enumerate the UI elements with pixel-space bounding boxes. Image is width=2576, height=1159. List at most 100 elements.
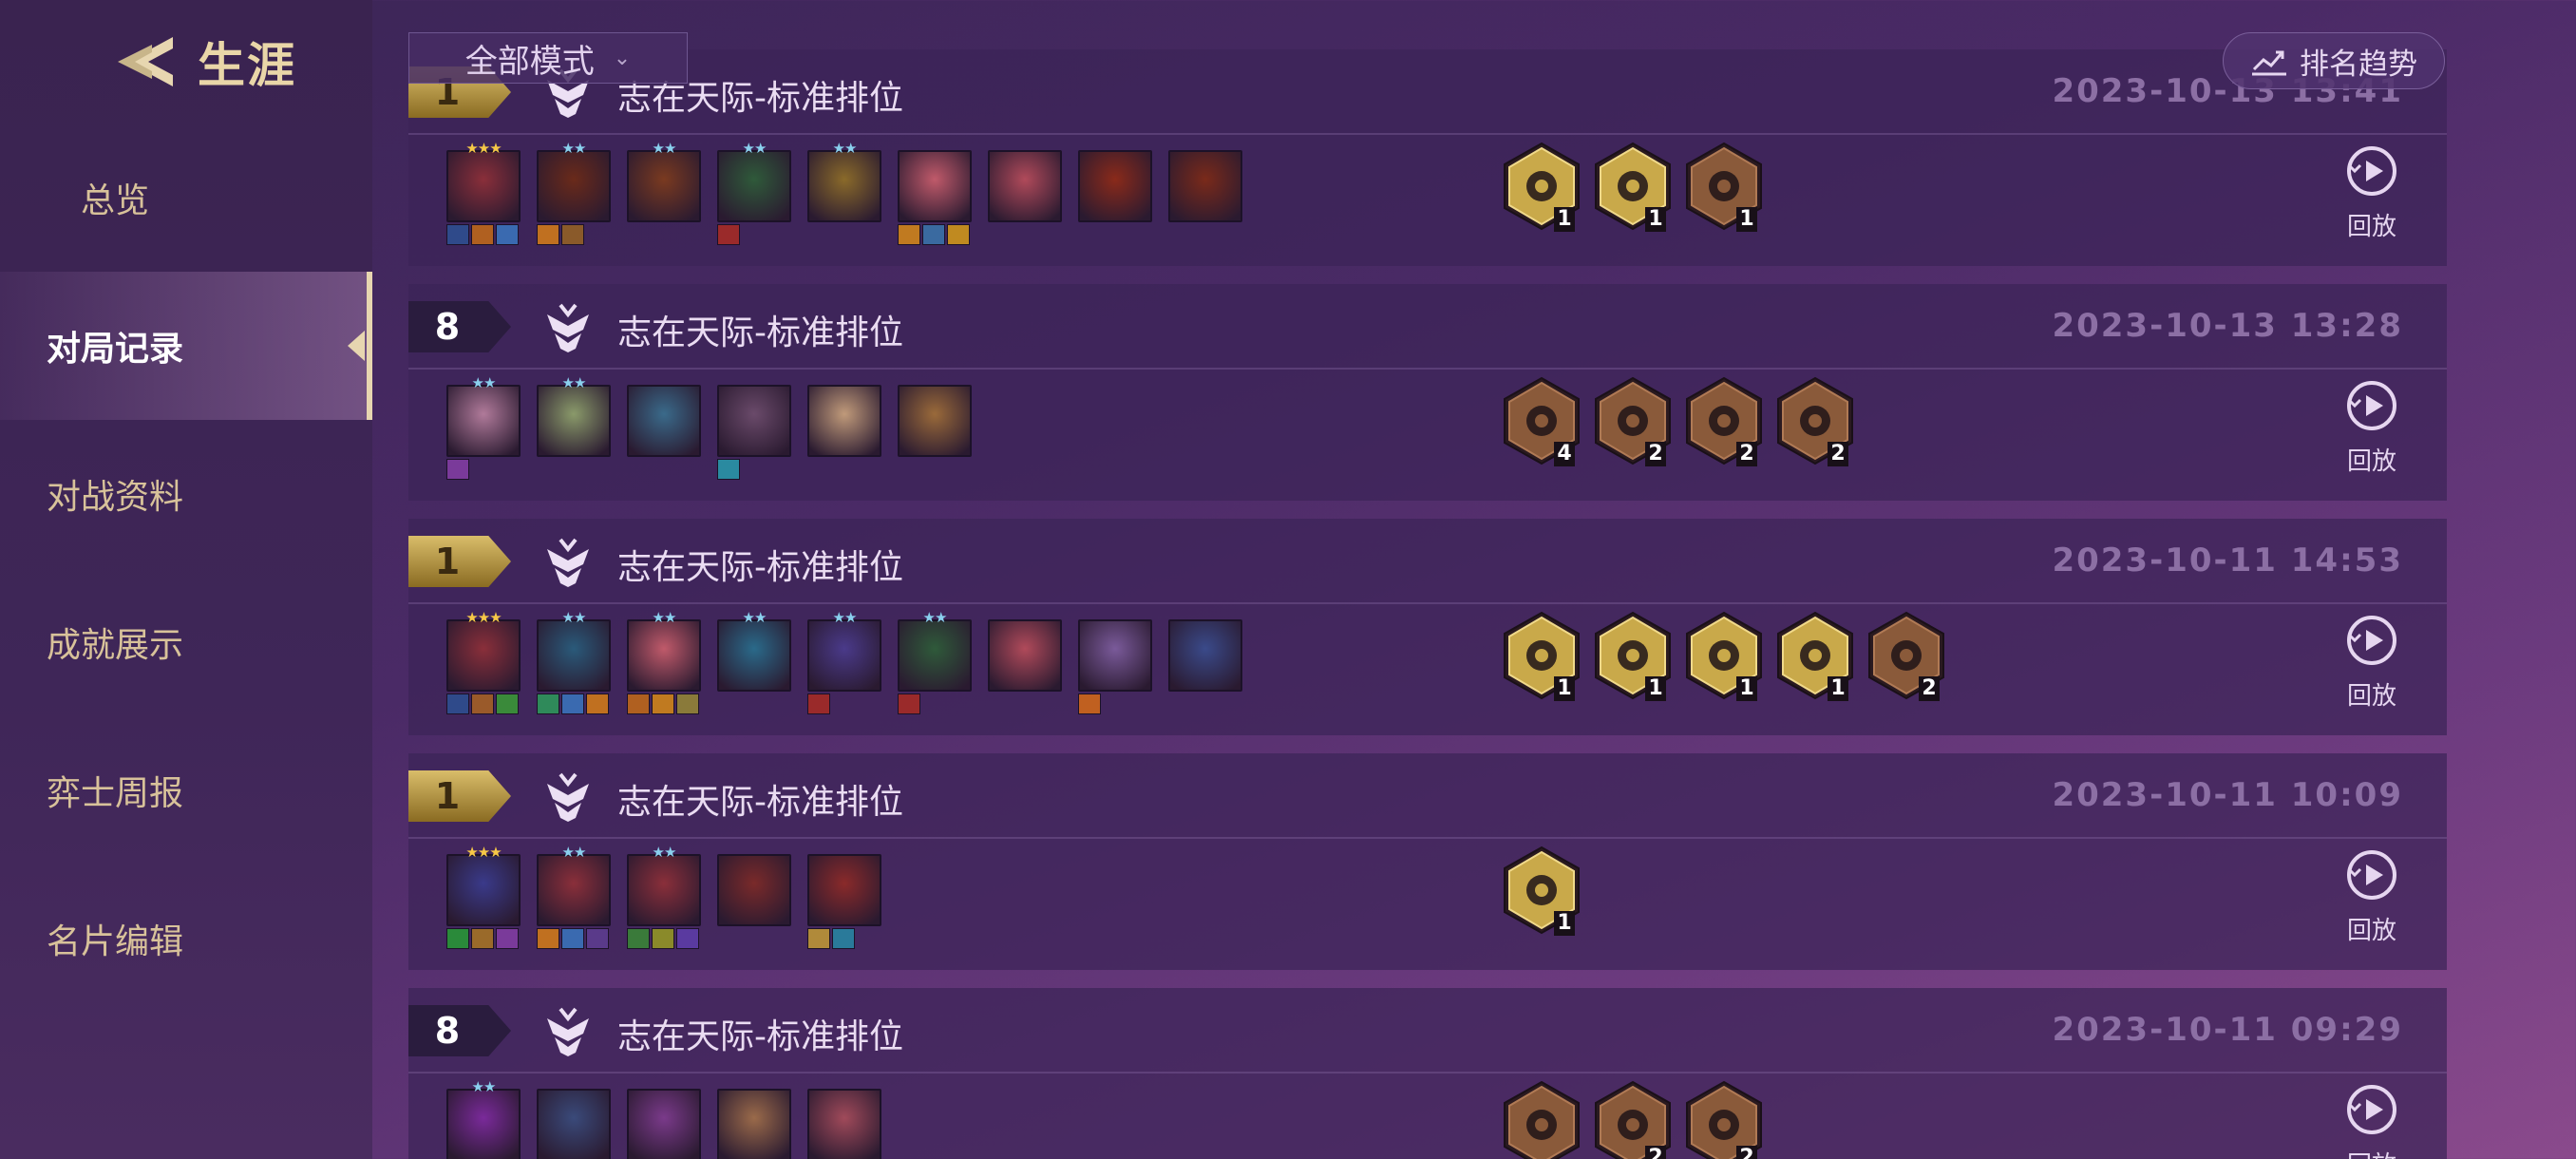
- trait-diamond-icon: 1: [1683, 610, 1765, 705]
- placement-badge: 1: [408, 536, 511, 587]
- star-rating: [1078, 141, 1152, 156]
- trait-count: 2: [1736, 1146, 1757, 1159]
- champion-items: [446, 694, 519, 714]
- champion-slot: [898, 141, 972, 245]
- item-icon: [807, 928, 830, 949]
- champion-portrait: [627, 385, 701, 457]
- trait-bar-icon: 2: [1866, 610, 1947, 705]
- champion-portrait: [627, 854, 701, 926]
- placement-badge: 1: [408, 770, 511, 822]
- champion-slot: ★★: [627, 141, 701, 245]
- trait-count: 1: [1736, 676, 1757, 701]
- trait-crystal-icon: 2: [1774, 375, 1856, 470]
- replay-button[interactable]: 回放: [2339, 848, 2405, 953]
- star-rating: [807, 375, 881, 390]
- star-rating: ★★: [561, 374, 587, 391]
- replay-button[interactable]: 回放: [2339, 1083, 2405, 1159]
- game-mode-name: 志在天际-标准排位: [617, 548, 903, 587]
- match-card[interactable]: 1 志在天际-标准排位 2023-10-13 13:41 ★★★ ★★ ★★ ★★ ★★ 1 1 1…: [408, 49, 2447, 266]
- trait-count: 1: [1645, 676, 1666, 701]
- item-icon: [1078, 694, 1101, 714]
- item-icon: [586, 928, 609, 949]
- champion-portrait: [627, 150, 701, 222]
- page-title: 生涯: [198, 38, 296, 93]
- mode-filter-select[interactable]: 全部模式 ⌄: [408, 32, 688, 84]
- champion-portrait: [807, 150, 881, 222]
- item-icon: [537, 694, 559, 714]
- star-rating: ★★: [832, 609, 858, 626]
- item-icon: [471, 928, 494, 949]
- star-rating: [627, 375, 701, 390]
- item-icon: [627, 694, 650, 714]
- trait-count: 1: [1828, 676, 1848, 701]
- trait-wing-icon: 1: [1683, 141, 1765, 236]
- champion-lineup: ★★★ ★★ ★★ ★★ ★★ ★★: [446, 610, 1242, 714]
- champion-slot: ★★: [627, 845, 701, 949]
- sidebar-item-match-history[interactable]: 对局记录: [0, 272, 372, 420]
- item-icon: [446, 694, 469, 714]
- sidebar-item-overview[interactable]: 总览: [0, 124, 372, 272]
- star-rating: ★★: [652, 844, 677, 861]
- replay-icon: [2345, 1083, 2398, 1140]
- champion-portrait: [807, 1089, 881, 1159]
- match-card[interactable]: 1 志在天际-标准排位 2023-10-11 14:53 ★★★ ★★ ★★ ★★ ★★ ★★ 1…: [408, 519, 2447, 735]
- replay-button[interactable]: 回放: [2339, 144, 2405, 249]
- back-button[interactable]: 生涯: [114, 28, 296, 95]
- champion-portrait: [898, 385, 972, 457]
- champion-portrait: [1078, 619, 1152, 692]
- trait-list: 1 1 1: [1501, 141, 1765, 236]
- trait-list: 1: [1501, 845, 1582, 940]
- champion-slot: ★★: [446, 1079, 521, 1159]
- sidebar-item-card-edit[interactable]: 名片编辑: [0, 864, 372, 1013]
- item-icon: [537, 224, 559, 245]
- champion-portrait: [1168, 619, 1242, 692]
- champion-items: [537, 928, 609, 949]
- trait-count: 2: [1919, 676, 1940, 701]
- match-card[interactable]: 1 志在天际-标准排位 2023-10-11 10:09 ★★★ ★★ ★★ 1 回放: [408, 753, 2447, 970]
- match-card[interactable]: 8 志在天际-标准排位 2023-10-13 13:28 ★★ ★★ 4 2 2 2 回放: [408, 284, 2447, 501]
- item-icon: [676, 694, 699, 714]
- champion-portrait: [1168, 150, 1242, 222]
- sidebar-item-battle-data[interactable]: 对战资料: [0, 420, 372, 568]
- replay-icon: [2345, 614, 2398, 671]
- item-icon: [471, 224, 494, 245]
- star-rating: [988, 141, 1062, 156]
- star-rating: ★★: [922, 609, 948, 626]
- champion-portrait: [717, 150, 791, 222]
- replay-icon: [2345, 144, 2398, 201]
- champion-portrait: [537, 1089, 611, 1159]
- trait-crown-icon: 1: [1592, 610, 1674, 705]
- replay-button[interactable]: 回放: [2339, 379, 2405, 484]
- rank-trend-label: 排名趋势: [2300, 47, 2417, 82]
- champion-portrait: [807, 619, 881, 692]
- star-rating: [898, 375, 972, 390]
- match-header: 8 志在天际-标准排位 2023-10-11 09:29: [408, 988, 2447, 1074]
- replay-button[interactable]: 回放: [2339, 614, 2405, 718]
- champion-slot: [807, 845, 881, 949]
- champion-slot: ★★: [537, 845, 611, 949]
- replay-icon: [2345, 379, 2398, 436]
- star-rating: [1168, 141, 1242, 156]
- star-rating: ★★: [561, 140, 587, 157]
- sidebar-item-achievements[interactable]: 成就展示: [0, 568, 372, 716]
- star-rating: [898, 141, 972, 156]
- match-date: 2023-10-11 14:53: [2052, 542, 2403, 580]
- champion-slot: ★★: [446, 375, 521, 480]
- champion-portrait: [446, 385, 521, 457]
- match-card[interactable]: 8志在天际-标准排位2023-10-11 09:29★★22回放: [408, 988, 2447, 1159]
- sidebar-item-weekly-report[interactable]: 弈士周报: [0, 716, 372, 864]
- champion-items: [537, 694, 609, 714]
- star-rating: ★★★: [465, 609, 502, 626]
- champion-slot: [1078, 610, 1152, 714]
- champion-items: [717, 224, 740, 245]
- champion-slot: [988, 141, 1062, 245]
- trait-count: 1: [1554, 911, 1575, 936]
- champion-slot: [627, 1079, 701, 1159]
- rank-trend-button[interactable]: 排名趋势: [2223, 32, 2445, 89]
- match-header: 8 志在天际-标准排位 2023-10-13 13:28: [408, 284, 2447, 370]
- champion-slot: [1168, 610, 1242, 714]
- star-rating: [717, 1079, 791, 1094]
- trait-count: 1: [1645, 207, 1666, 232]
- champion-slot: ★★: [537, 141, 611, 245]
- star-rating: ★★: [561, 609, 587, 626]
